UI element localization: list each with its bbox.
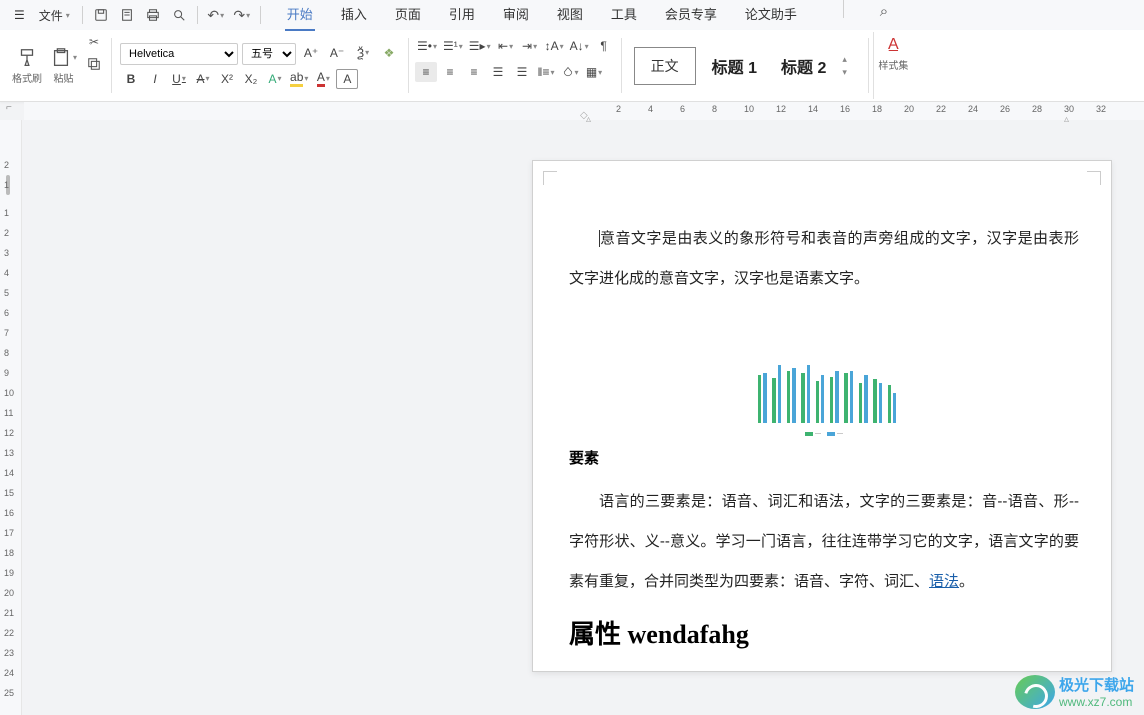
text-effect-button[interactable]: A: [264, 69, 286, 89]
sort-icon[interactable]: A↓: [568, 36, 591, 56]
page-corner-tl: [543, 171, 557, 185]
line-spacing-icon[interactable]: ‖≡: [535, 62, 557, 82]
italic-button[interactable]: I: [144, 69, 166, 89]
style-heading1[interactable]: 标题 1: [704, 50, 765, 82]
document-canvas[interactable]: 意音文字是由表义的象形符号和表音的声旁组成的文字，汉字是由表形文字进化成的意音文…: [22, 120, 1144, 715]
strike-button[interactable]: A: [192, 69, 214, 89]
doc-paragraph-2[interactable]: 语言的三要素是：语音、词汇和语法，文字的三要素是：音--语音、形--字符形状、义…: [569, 482, 1079, 602]
search-icon[interactable]: ⌕: [872, 0, 896, 24]
paragraph-group: ☰• ☰¹ ☰▸ ⇤ ⇥ ↕A A↓ ¶ ≡ ≡ ≡ ☰ ☰ ‖≡ ▦: [413, 32, 617, 99]
shading-icon[interactable]: [559, 62, 581, 82]
page-corner-tr: [1087, 171, 1101, 185]
tab-member[interactable]: 会员专享: [663, 0, 719, 31]
change-case-icon[interactable]: Ѯ: [352, 43, 374, 63]
bold-button[interactable]: B: [120, 69, 142, 89]
tab-reference[interactable]: 引用: [447, 0, 477, 31]
show-marks-icon[interactable]: ¶: [593, 36, 615, 56]
clear-format-icon[interactable]: ❖: [378, 43, 400, 63]
decrease-indent-icon[interactable]: ⇤: [495, 36, 517, 56]
undo-icon[interactable]: ↶: [204, 3, 228, 27]
save-icon[interactable]: [89, 3, 113, 27]
doc-link-grammar[interactable]: 语法: [929, 573, 959, 590]
subscript-button[interactable]: X₂: [240, 69, 262, 89]
top-menubar: ☰ 文件 ↶ ↷ 开始 插入 页面 引用 审阅 视图 工具 会员专享 论文助手 …: [0, 0, 1144, 30]
doc-heading-attributes[interactable]: 属性 wendafahg: [569, 614, 1079, 651]
underline-button[interactable]: U: [168, 69, 190, 89]
vertical-ruler[interactable]: 2 1 1 2 3 4 5 6 7 8 9 10 11 12 13 14 15 …: [0, 120, 22, 715]
format-painter-icon[interactable]: [16, 47, 38, 69]
tab-insert[interactable]: 插入: [339, 0, 369, 31]
hamburger-icon[interactable]: ☰: [8, 6, 31, 24]
watermark-logo-icon: [1015, 675, 1055, 709]
text-direction-icon[interactable]: ↕A: [543, 36, 566, 56]
print-icon[interactable]: [141, 3, 165, 27]
tab-paper[interactable]: 论文助手: [743, 0, 799, 31]
ribbon-tabs: 开始 插入 页面 引用 审阅 视图 工具 会员专享 论文助手 ⌕: [285, 0, 896, 31]
style-pane-button[interactable]: A̲ 样式集: [873, 32, 912, 99]
doc-paragraph-1[interactable]: 意音文字是由表义的象形符号和表音的声旁组成的文字，汉字是由表形文字进化成的意音文…: [569, 219, 1079, 299]
align-left-icon[interactable]: ≡: [415, 62, 437, 82]
tab-review[interactable]: 审阅: [501, 0, 531, 31]
decrease-font-icon[interactable]: A⁻: [326, 43, 348, 63]
format-painter-group: 格式刷: [8, 32, 46, 99]
file-menu[interactable]: 文件: [33, 5, 76, 26]
paste-icon[interactable]: [50, 47, 77, 69]
superscript-button[interactable]: X²: [216, 69, 238, 89]
horizontal-ruler[interactable]: ◇ ▵ 2 4 6 8 10 12 14 16 18 20 22 24 26 2…: [24, 102, 1144, 120]
tab-view[interactable]: 视图: [555, 0, 585, 31]
align-center-icon[interactable]: ≡: [439, 62, 461, 82]
styles-group: 正文 标题 1 标题 2 ▴▾: [626, 32, 865, 99]
redo-icon[interactable]: ↷: [230, 3, 254, 27]
page[interactable]: 意音文字是由表义的象形符号和表音的声旁组成的文字，汉字是由表形文字进化成的意音文…: [532, 160, 1112, 672]
cut-icon[interactable]: ✂: [83, 32, 105, 52]
watermark: 极光下载站 www.xz7.com: [1015, 674, 1134, 709]
font-color-button[interactable]: A: [312, 69, 334, 89]
increase-font-icon[interactable]: A⁺: [300, 43, 322, 63]
print-preview-icon[interactable]: [115, 3, 139, 27]
style-more-icon[interactable]: ▴▾: [842, 54, 856, 78]
style-heading2[interactable]: 标题 2: [773, 50, 834, 82]
tab-start[interactable]: 开始: [285, 0, 315, 31]
multilevel-icon[interactable]: ☰▸: [467, 36, 493, 56]
font-size-select[interactable]: 五号: [242, 43, 296, 65]
char-border-button[interactable]: A: [336, 69, 358, 89]
highlight-button[interactable]: ab: [288, 69, 310, 89]
borders-icon[interactable]: ▦: [583, 62, 605, 82]
style-normal[interactable]: 正文: [634, 47, 696, 85]
ruler-corner-icon: ⌐: [6, 102, 12, 113]
chart-image[interactable]: — —: [569, 357, 1079, 437]
tab-page[interactable]: 页面: [393, 0, 423, 31]
font-group: Helvetica 五号 A⁺ A⁻ Ѯ ❖ B I U A X² X₂ A a…: [116, 32, 404, 99]
align-right-icon[interactable]: ≡: [463, 62, 485, 82]
distribute-icon[interactable]: ☰: [511, 62, 533, 82]
font-name-select[interactable]: Helvetica: [120, 43, 238, 65]
increase-indent-icon[interactable]: ⇥: [519, 36, 541, 56]
justify-icon[interactable]: ☰: [487, 62, 509, 82]
paste-group: 粘贴: [46, 32, 81, 99]
doc-heading-elements[interactable]: 要素: [569, 447, 1079, 468]
numbering-icon[interactable]: ☰¹: [441, 36, 465, 56]
bullets-icon[interactable]: ☰•: [415, 36, 439, 56]
tab-tools[interactable]: 工具: [609, 0, 639, 31]
copy-icon[interactable]: [83, 54, 105, 74]
zoom-icon[interactable]: [167, 3, 191, 27]
ribbon: 格式刷 粘贴 ✂ Helvetica 五号 A⁺ A⁻ Ѯ ❖ B I U A …: [0, 30, 1144, 102]
